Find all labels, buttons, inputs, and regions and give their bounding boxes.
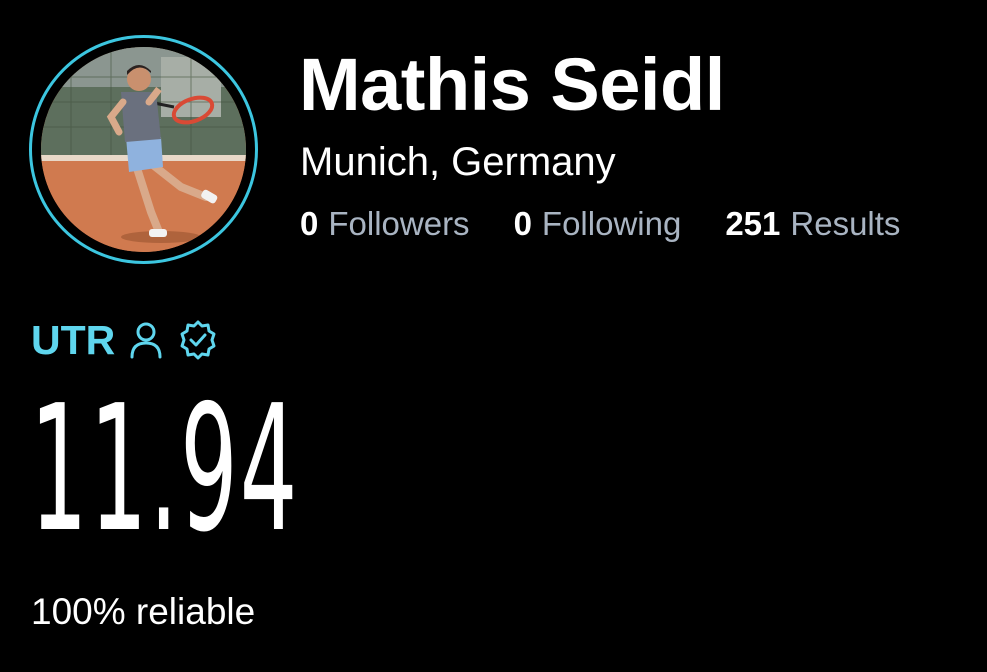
following-label: Following: [541, 205, 682, 242]
followers-count: 0: [300, 205, 319, 242]
utr-header: UTR: [31, 316, 219, 364]
followers-stat[interactable]: 0 Followers: [300, 204, 470, 244]
following-stat[interactable]: 0 Following: [514, 204, 682, 244]
following-count: 0: [513, 205, 532, 242]
profile-location: Munich, Germany: [300, 140, 616, 184]
verified-badge-icon[interactable]: [177, 319, 219, 361]
results-count: 251: [725, 205, 781, 242]
profile-stats: 0 Followers 0 Following 251 Results: [300, 204, 900, 244]
utr-label: UTR: [31, 317, 116, 363]
profile-name: Mathis Seidl: [299, 43, 725, 126]
person-icon[interactable]: [127, 320, 165, 360]
followers-label: Followers: [328, 205, 470, 242]
results-label: Results: [790, 205, 901, 242]
utr-reliability: 100% reliable: [31, 591, 256, 632]
avatar-photo: [41, 47, 246, 252]
avatar[interactable]: [29, 35, 258, 264]
results-stat[interactable]: 251 Results: [725, 204, 900, 244]
utr-rating: 11.94: [30, 368, 300, 571]
